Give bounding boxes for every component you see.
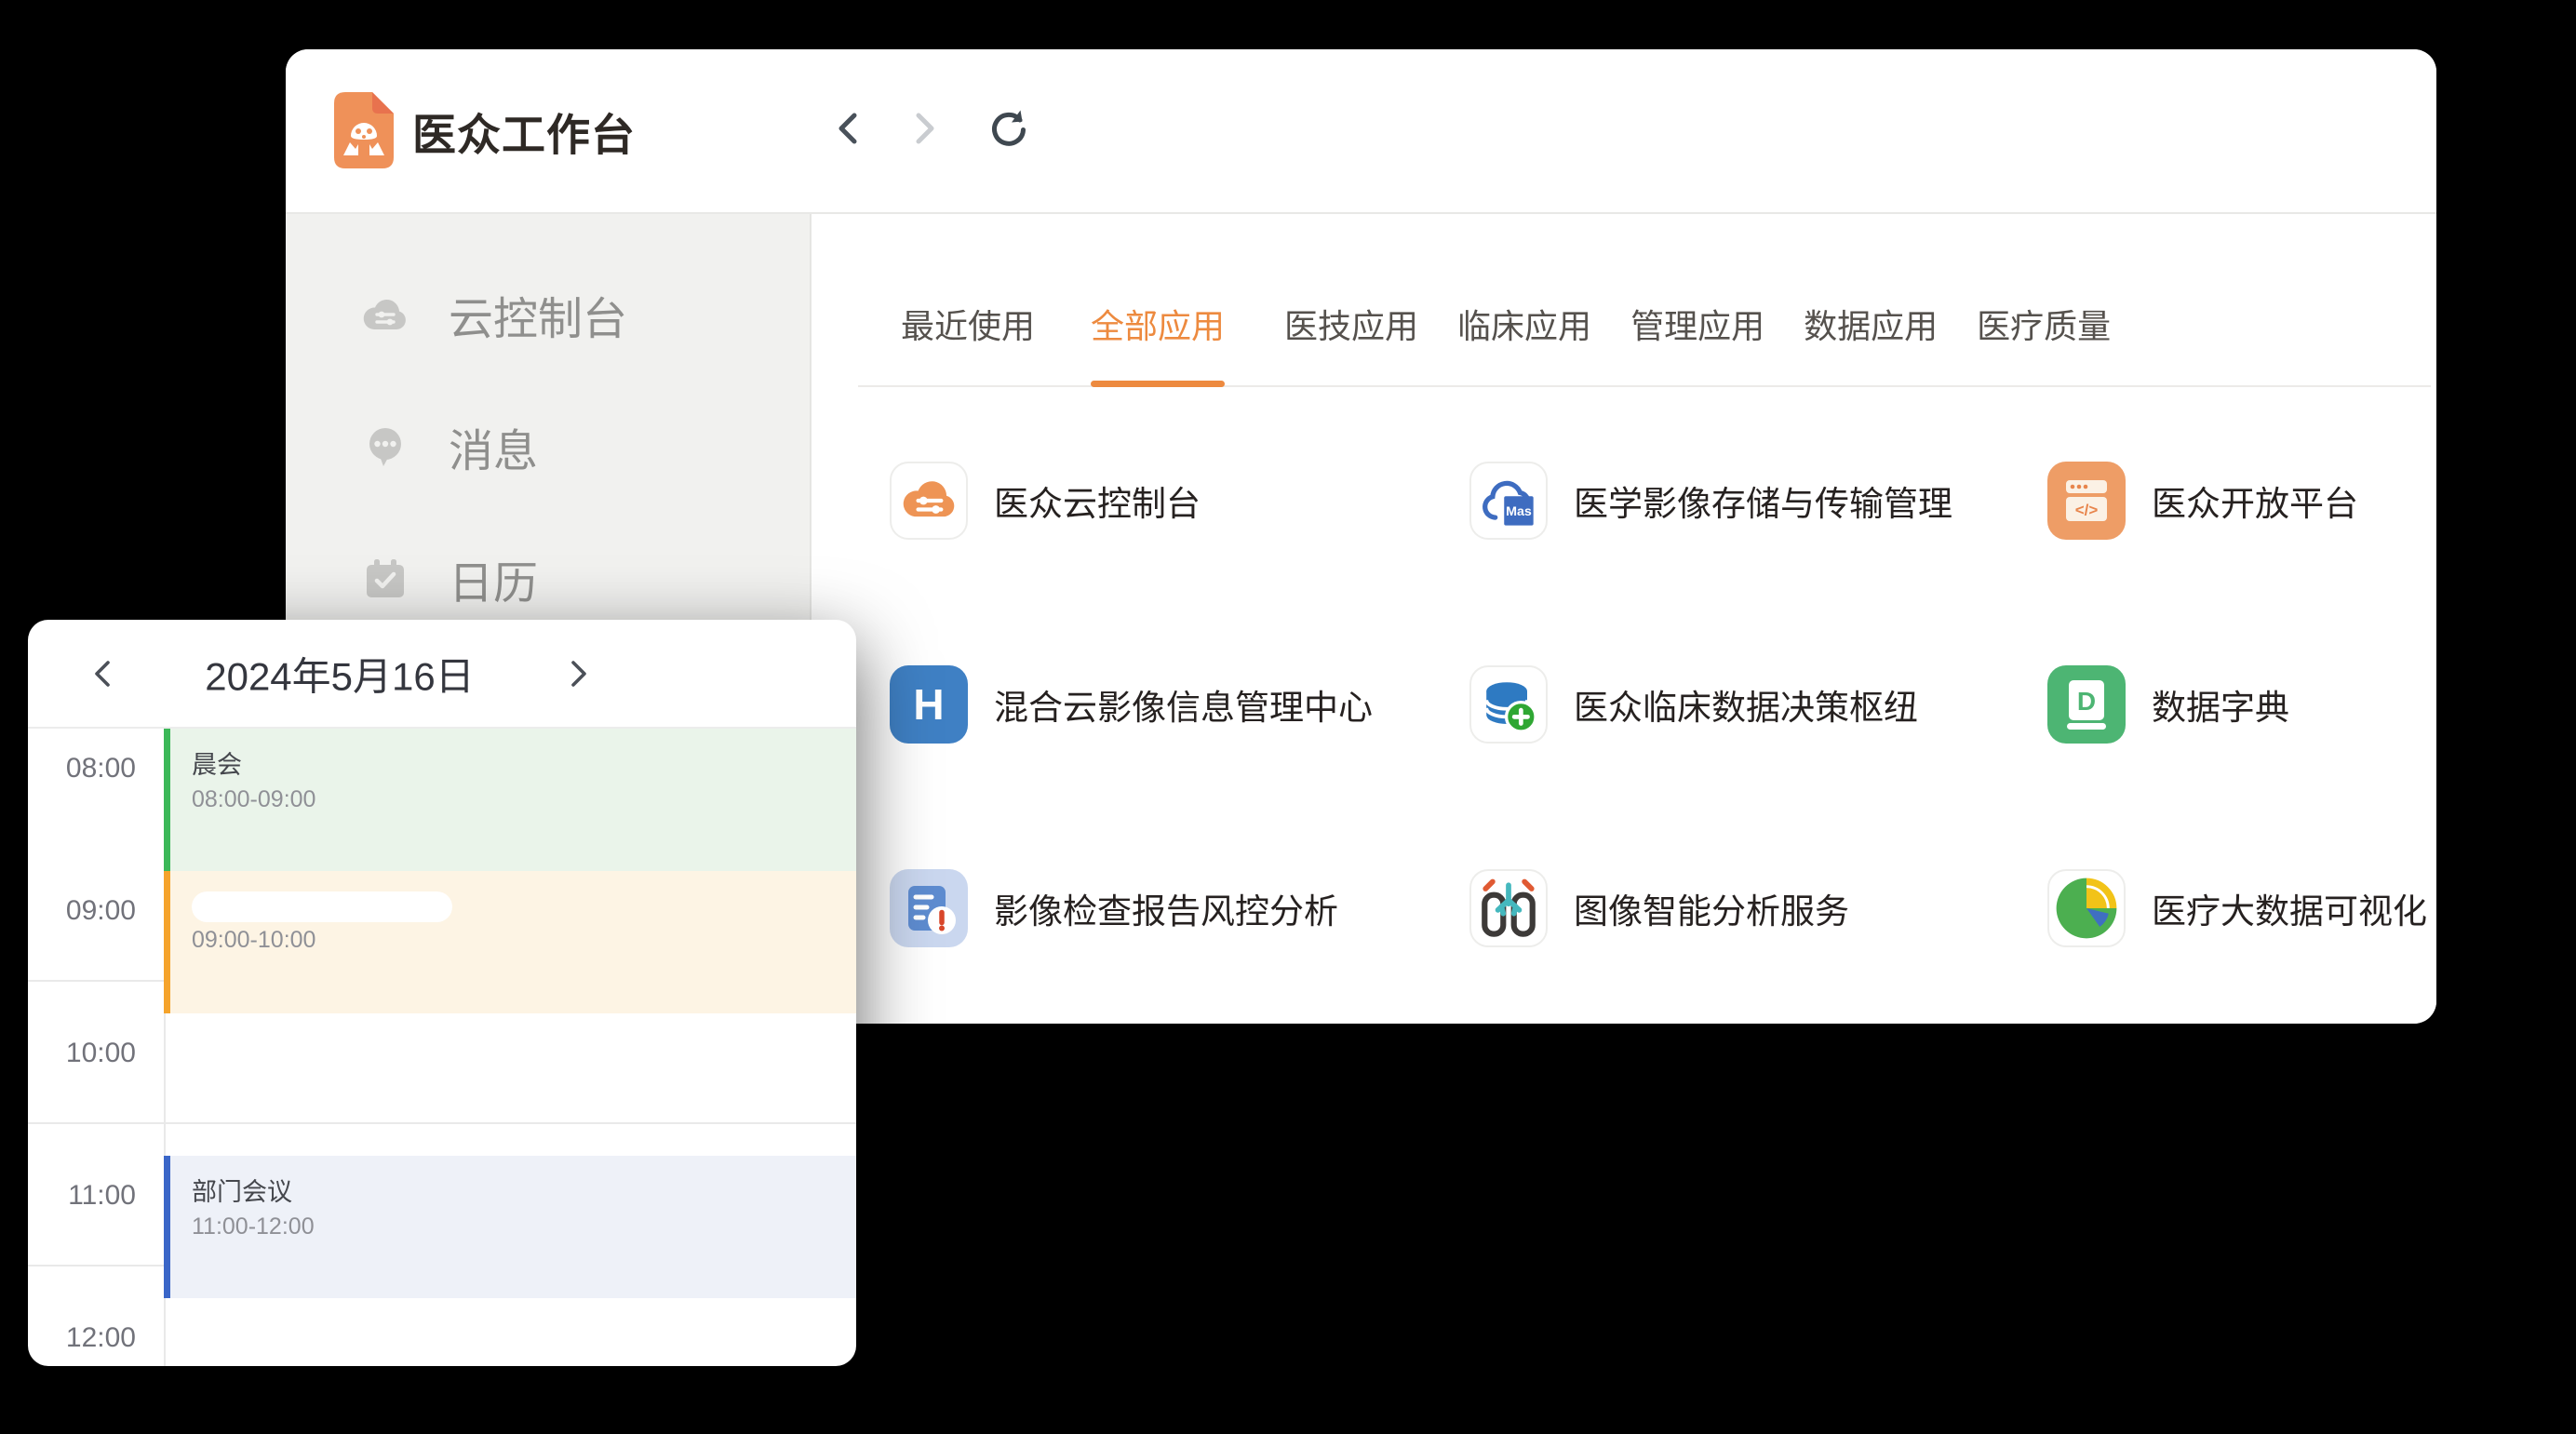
calendar-event-department-meeting[interactable]: 部门会议 11:00-12:00 <box>164 1156 856 1298</box>
app-label: 数据字典 <box>2152 679 2289 730</box>
blue-h-icon: H <box>890 665 968 744</box>
pie-chart-icon <box>2047 869 2126 947</box>
calendar-check-icon <box>363 558 408 599</box>
app-hybrid-cloud-center[interactable]: H 混合云影像信息管理中心 <box>890 665 1373 744</box>
orange-code-window-icon: </> <box>2047 462 2126 540</box>
sidebar-item-label: 消息 <box>449 414 538 479</box>
app-tabs: 最近使用 全部应用 医技应用 临床应用 管理应用 数据应用 医疗质量 <box>858 214 2431 387</box>
event-time: 11:00-12:00 <box>192 1213 856 1240</box>
window-title: 医众工作台 <box>412 100 636 164</box>
time-label: 08:00 <box>28 753 136 784</box>
calendar-prev-button[interactable] <box>86 655 123 692</box>
app-label: 医疗大数据可视化 <box>2152 883 2427 933</box>
app-bigdata-visualization[interactable]: 医疗大数据可视化 <box>2047 869 2427 947</box>
cloud-settings-icon <box>363 294 408 335</box>
app-grid: 医众云控制台 Mas 医学影像存储与传输管理 <box>813 389 2436 1024</box>
sidebar-item-label: 日历 <box>449 546 538 611</box>
tab-data[interactable]: 数据应用 <box>1804 300 1938 385</box>
sidebar-item-label: 云控制台 <box>449 282 627 347</box>
calendar-body: 08:00 09:00 10:00 11:00 12:00 晨会 08:00-0… <box>28 729 856 1366</box>
tab-quality[interactable]: 医疗质量 <box>1977 300 2111 385</box>
app-report-risk-analysis[interactable]: 影像检查报告风控分析 <box>890 869 1338 947</box>
app-open-platform[interactable]: </> 医众开放平台 <box>2047 462 2358 540</box>
event-accent-bar <box>164 729 170 871</box>
sidebar-item-messages[interactable]: 消息 <box>286 402 810 491</box>
orange-cloud-sliders-icon <box>890 462 968 540</box>
svg-text:D: D <box>2077 687 2096 716</box>
lungs-icon <box>1469 869 1548 947</box>
event-time: 08:00-09:00 <box>192 786 856 813</box>
event-title: 晨会 <box>192 749 856 781</box>
event-title-placeholder <box>192 891 452 922</box>
back-button[interactable] <box>829 108 870 149</box>
app-image-ai-service[interactable]: 图像智能分析服务 <box>1469 869 1849 947</box>
app-label: 混合云影像信息管理中心 <box>994 679 1373 730</box>
sidebar-item-calendar[interactable]: 日历 <box>286 534 810 623</box>
app-label: 影像检查报告风控分析 <box>994 883 1338 933</box>
event-accent-bar <box>164 1156 170 1298</box>
calendar-event-redacted[interactable]: 09:00-10:00 <box>164 871 856 1013</box>
app-label: 医众开放平台 <box>2152 476 2358 526</box>
app-data-dictionary[interactable]: D 数据字典 <box>2047 665 2289 744</box>
refresh-button[interactable] <box>985 108 1026 149</box>
app-label: 医学影像存储与传输管理 <box>1574 476 1952 526</box>
tab-clinical[interactable]: 临床应用 <box>1457 300 1591 385</box>
calendar-next-button[interactable] <box>558 655 596 692</box>
message-bubble-icon <box>363 426 408 467</box>
app-logo-icon <box>334 92 394 168</box>
tab-management[interactable]: 管理应用 <box>1630 300 1764 385</box>
tab-all-apps[interactable]: 全部应用 <box>1091 300 1225 385</box>
blue-cloud-box-icon: Mas <box>1469 462 1548 540</box>
app-clinical-data-hub[interactable]: 医众临床数据决策枢纽 <box>1469 665 1918 744</box>
calendar-date: 2024年5月16日 <box>149 646 530 703</box>
sidebar-item-cloud-console[interactable]: 云控制台 <box>286 270 810 359</box>
window-header: 医众工作台 <box>286 49 2436 212</box>
app-label: 医众临床数据决策枢纽 <box>1574 679 1918 730</box>
time-label: 11:00 <box>28 1180 136 1212</box>
green-dictionary-icon: D <box>2047 665 2126 744</box>
calendar-header: 2024年5月16日 <box>28 620 856 729</box>
app-cloud-console[interactable]: 医众云控制台 <box>890 462 1201 540</box>
event-time: 09:00-10:00 <box>192 927 856 954</box>
report-alert-icon <box>890 869 968 947</box>
calendar-event-morning-meeting[interactable]: 晨会 08:00-09:00 <box>164 729 856 871</box>
tab-medtech[interactable]: 医技应用 <box>1284 300 1418 385</box>
time-label: 10:00 <box>28 1038 136 1069</box>
event-title: 部门会议 <box>192 1176 856 1208</box>
app-label: 医众云控制台 <box>994 476 1201 526</box>
svg-text:H: H <box>913 680 944 729</box>
database-plus-icon <box>1469 665 1548 744</box>
tab-recent[interactable]: 最近使用 <box>901 300 1035 385</box>
app-label: 图像智能分析服务 <box>1574 883 1849 933</box>
event-accent-bar <box>164 871 170 1013</box>
time-label: 12:00 <box>28 1322 136 1354</box>
svg-text:Mas: Mas <box>1506 504 1532 519</box>
time-label: 09:00 <box>28 895 136 927</box>
main-content: 最近使用 全部应用 医技应用 临床应用 管理应用 数据应用 医疗质量 <box>813 214 2436 1024</box>
svg-text:</>: </> <box>2075 502 2099 519</box>
calendar-panel: 2024年5月16日 08:00 09:00 10:00 11:00 12:00… <box>28 620 856 1366</box>
app-pacs[interactable]: Mas 医学影像存储与传输管理 <box>1469 462 1952 540</box>
hour-gridline <box>28 1122 856 1124</box>
forward-button[interactable] <box>903 108 944 149</box>
